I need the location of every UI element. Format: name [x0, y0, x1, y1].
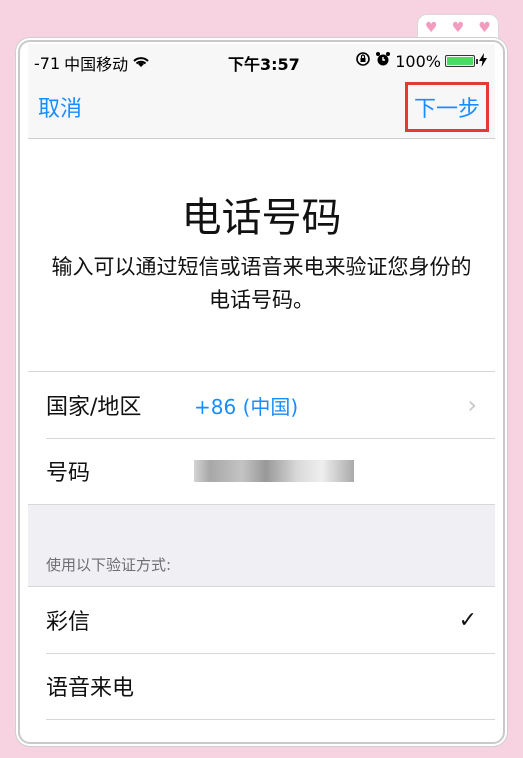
verify-options: 彩信 ✓ 语音来电 — [28, 586, 495, 730]
heart-icon: ♥ — [425, 20, 438, 36]
signal-strength: -71 — [34, 53, 61, 73]
status-right: 100% — [355, 51, 487, 71]
option-label: 彩信 — [46, 610, 91, 635]
alarm-icon — [375, 51, 391, 71]
status-time: 下午3:57 — [228, 55, 300, 74]
option-mms[interactable]: 彩信 ✓ — [28, 587, 495, 653]
orientation-lock-icon — [355, 51, 371, 71]
page-title: 电话号码 — [181, 195, 342, 241]
wifi-icon — [132, 54, 150, 73]
next-step-button[interactable]: 下一步 — [404, 82, 489, 132]
charging-icon — [479, 52, 487, 71]
number-row[interactable]: 号码 — [28, 438, 495, 504]
page-subtitle: 输入可以通过短信或语音来电来验证您身份的电话号码。 — [51, 255, 472, 312]
heart-icon: ♥ — [478, 20, 491, 36]
country-row[interactable]: 国家/地区 +86 (中国) › — [28, 372, 495, 438]
battery-percent: 100% — [395, 51, 441, 71]
navigation-bar: 取消 下一步 — [28, 78, 495, 139]
country-value: +86 (中国) — [194, 394, 299, 419]
hearts-decoration: ♥ ♥ ♥ — [417, 14, 499, 41]
status-bar: -71 中国移动 下午3:57 100% — [28, 44, 495, 78]
phone-form: 国家/地区 +86 (中国) › 号码 — [28, 372, 495, 505]
divider — [46, 719, 495, 720]
country-label: 国家/地区 — [46, 395, 142, 420]
checkmark-icon: ✓ — [458, 607, 477, 633]
option-voice-call[interactable]: 语音来电 — [28, 653, 495, 719]
option-label: 语音来电 — [46, 676, 135, 701]
battery-icon — [445, 55, 478, 67]
chevron-right-icon: › — [467, 391, 477, 419]
phone-number-input[interactable] — [194, 460, 354, 482]
carrier-name: 中国移动 — [64, 55, 129, 74]
phone-screen: -71 中国移动 下午3:57 100% 取消 下一步 电话号码 输入可以通过短… — [28, 44, 495, 730]
status-left: -71 中国移动 — [34, 51, 150, 75]
verify-section-header: 使用以下验证方式: — [46, 556, 172, 574]
heart-icon: ♥ — [451, 20, 465, 36]
cancel-button[interactable]: 取消 — [38, 91, 82, 123]
header-section: 电话号码 输入可以通过短信或语音来电来验证您身份的电话号码。 — [28, 139, 495, 372]
number-label: 号码 — [46, 461, 91, 486]
